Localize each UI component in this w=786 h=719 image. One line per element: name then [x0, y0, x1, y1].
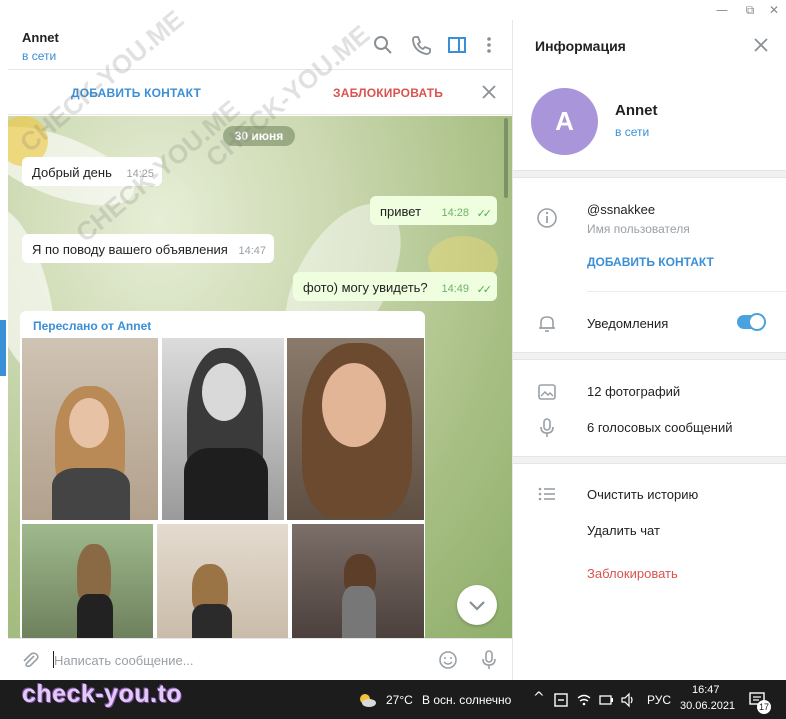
clear-history-button[interactable]: Очистить историю: [587, 487, 698, 502]
block-button[interactable]: ЗАБЛОКИРОВАТЬ: [333, 86, 443, 100]
shared-photos-link[interactable]: 12 фотографий: [587, 384, 680, 399]
message-time: 14:25: [126, 168, 154, 180]
message-time: 14:47: [238, 245, 266, 257]
maximize-button[interactable]: ⧉: [740, 2, 760, 18]
bell-icon: [539, 316, 555, 332]
message-outgoing[interactable]: фото) могу увидеть? 14:49 ✓✓: [293, 272, 497, 301]
clock-date[interactable]: 30.06.2021: [680, 700, 735, 712]
album-photo[interactable]: [292, 524, 424, 641]
message-time: 14:28: [441, 207, 469, 219]
chat-title[interactable]: Annet: [22, 30, 59, 45]
delete-chat-button[interactable]: Удалить чат: [587, 523, 660, 538]
close-icon[interactable]: [753, 37, 769, 53]
profile-status: в сети: [615, 125, 650, 139]
minimize-button[interactable]: —: [712, 2, 732, 18]
message-incoming[interactable]: Я по поводу вашего объявления 14:47: [22, 234, 274, 263]
system-tray-app-icon[interactable]: [553, 692, 569, 708]
sidebar-toggle-icon[interactable]: [446, 34, 468, 56]
battery-icon[interactable]: [598, 692, 614, 708]
photo-figure: [184, 448, 268, 520]
photo-figure: [342, 586, 376, 641]
active-chat-indicator: [0, 320, 6, 376]
wifi-icon[interactable]: [576, 692, 592, 708]
message-time: 14:49: [441, 283, 469, 295]
profile-name: Annet: [615, 102, 658, 119]
message-text: Добрый день: [32, 165, 112, 180]
username[interactable]: @ssnakkee: [587, 202, 655, 217]
weather-sun-icon[interactable]: [357, 691, 377, 709]
microphone-icon[interactable]: [480, 649, 498, 671]
chevron-up-icon[interactable]: ^: [533, 690, 545, 706]
photo-figure: [202, 363, 246, 421]
volume-icon[interactable]: [620, 692, 636, 708]
clock-time[interactable]: 16:47: [692, 684, 720, 696]
block-user-button[interactable]: Заблокировать: [587, 566, 678, 581]
unknown-contact-bar: ДОБАВИТЬ КОНТАКТ ЗАБЛОКИРОВАТЬ: [8, 71, 512, 115]
close-window-button[interactable]: ✕: [764, 2, 784, 18]
more-vertical-icon[interactable]: [478, 34, 500, 56]
message-outgoing[interactable]: привет 14:28 ✓✓: [370, 196, 497, 225]
taskbar: check-you.to 27°C В осн. солнечно ^ РУС …: [0, 680, 786, 719]
photo-figure: [77, 594, 113, 641]
album-photo[interactable]: [162, 338, 284, 520]
album-photo[interactable]: [157, 524, 288, 641]
list-icon: [538, 487, 555, 501]
window-titlebar: — ⧉ ✕: [0, 0, 786, 20]
chat-status: в сети: [22, 49, 57, 63]
phone-icon[interactable]: [410, 34, 432, 56]
toggle-knob: [748, 313, 766, 331]
photo-icon: [538, 384, 556, 400]
scroll-to-bottom-button[interactable]: [457, 585, 497, 625]
row-divider: [587, 291, 786, 292]
message-incoming[interactable]: Добрый день 14:25: [22, 157, 162, 186]
info-panel: Информация A Annet в сети @ssnakkee Имя …: [512, 20, 786, 680]
brand-watermark: check-you.to: [22, 680, 183, 708]
avatar[interactable]: A: [531, 88, 598, 155]
photo-figure: [69, 398, 109, 448]
add-contact-link[interactable]: ДОБАВИТЬ КОНТАКТ: [587, 255, 714, 269]
read-ticks-icon: ✓✓: [476, 207, 493, 220]
message-input[interactable]: Написать сообщение...: [54, 653, 194, 668]
message-text: привет: [380, 204, 422, 219]
info-icon: [537, 208, 557, 228]
notification-count-badge: 17: [757, 700, 772, 714]
shared-voice-link[interactable]: 6 голосовых сообщений: [587, 420, 732, 435]
weather-temp[interactable]: 27°C: [386, 693, 413, 707]
message-text: Я по поводу вашего объявления: [32, 242, 228, 257]
notifications-label: Уведомления: [587, 316, 669, 331]
forwarded-from-label[interactable]: Переслано от Annet: [33, 319, 151, 333]
album-photo[interactable]: [22, 524, 153, 641]
photo-figure: [322, 363, 386, 447]
emoji-icon[interactable]: [438, 650, 458, 670]
section-divider: [513, 456, 786, 464]
weather-text[interactable]: В осн. солнечно: [422, 693, 511, 707]
paperclip-icon[interactable]: [20, 650, 40, 670]
section-divider: [513, 352, 786, 360]
photo-figure: [192, 604, 232, 641]
message-composer: Написать сообщение...: [8, 638, 512, 680]
username-caption: Имя пользователя: [587, 222, 690, 236]
chat-scrollbar[interactable]: [504, 118, 508, 198]
close-icon[interactable]: [480, 83, 498, 101]
search-icon[interactable]: [372, 34, 394, 56]
date-separator: 30 июня: [223, 126, 295, 146]
info-panel-title: Информация: [535, 38, 626, 54]
notifications-toggle[interactable]: [737, 313, 766, 331]
section-divider: [513, 170, 786, 178]
chat-header: Annet в сети: [8, 20, 512, 70]
album-photo[interactable]: [287, 338, 424, 520]
add-contact-button[interactable]: ДОБАВИТЬ КОНТАКТ: [71, 86, 201, 100]
microphone-icon: [540, 418, 554, 437]
forwarded-album[interactable]: Переслано от Annet: [20, 311, 425, 641]
input-language[interactable]: РУС: [647, 693, 671, 707]
album-photo[interactable]: [22, 338, 158, 520]
read-ticks-icon: ✓✓: [476, 283, 493, 296]
chevron-down-icon: [469, 601, 485, 611]
chat-list-edge: [0, 20, 8, 680]
photo-figure: [52, 468, 130, 520]
message-text: фото) могу увидеть?: [303, 280, 428, 295]
